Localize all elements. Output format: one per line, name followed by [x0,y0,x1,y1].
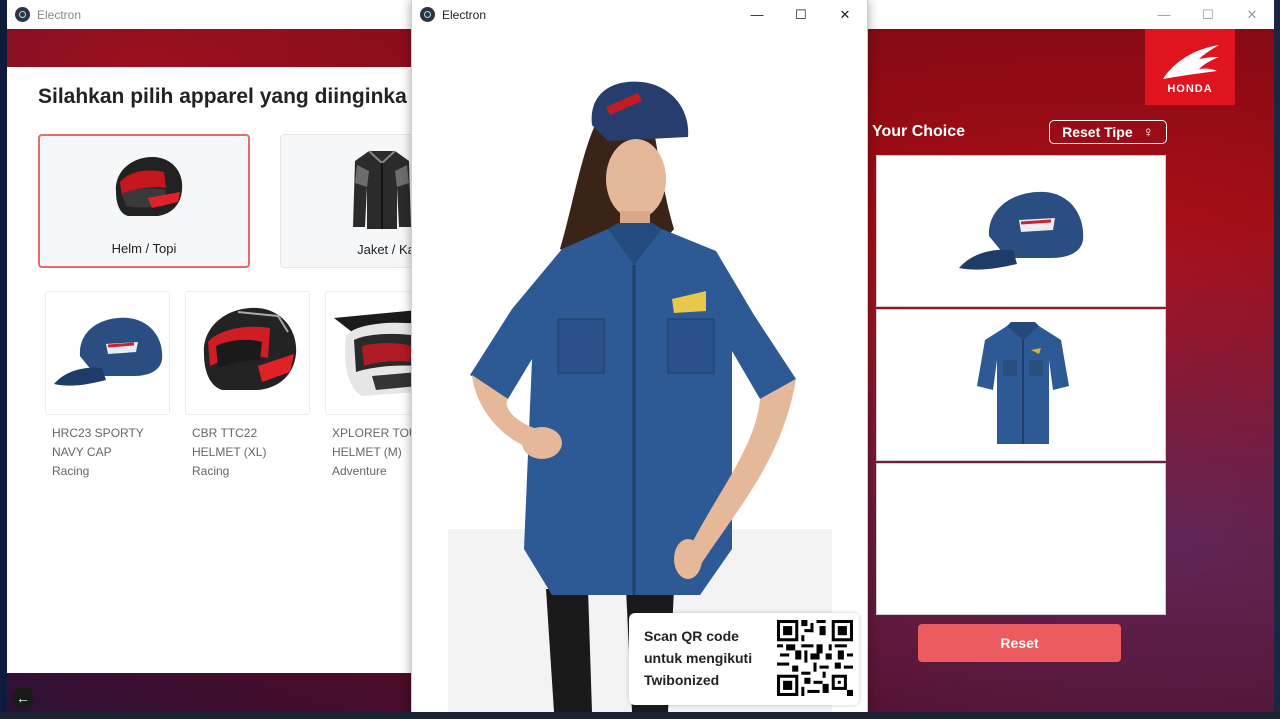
product-info: HRC23 SPORTY NAVY CAP Racing [52,424,182,481]
helmet-icon [203,307,297,390]
qr-line2: untuk mengikuti [644,650,753,666]
qr-promo-card: Scan QR code untuk mengikuti Twibonized [629,613,859,705]
honda-logo: HONDA [1145,29,1235,105]
minimize-button[interactable]: — [735,0,779,29]
product-name-line2: HELMET (M) [332,445,402,459]
desktop-edge [1274,0,1280,712]
honda-wing-icon [1163,45,1219,79]
front-window-controls: — ☐ ✕ [735,0,867,29]
helmet-icon [115,156,183,216]
maximize-button[interactable]: ☐ [1186,0,1230,29]
qr-instructions: Scan QR code untuk mengikuti Twibonized [644,625,752,691]
qr-line1: Scan QR code [644,628,739,644]
shirt-icon [977,322,1069,444]
page-title: Silahkan pilih apparel yang diinginka [38,85,407,108]
brand-wordmark: HONDA [1167,83,1213,95]
product-name-line1: HRC23 SPORTY [52,426,144,440]
electron-app-icon [15,7,30,22]
front-titlebar: Electron — ☐ ✕ [412,0,867,29]
choice-slot-cap[interactable] [876,155,1166,307]
product-card-helmet[interactable] [185,291,310,415]
maximize-button[interactable]: ☐ [779,0,823,29]
choice-slot-empty[interactable] [876,463,1166,615]
close-button[interactable]: ✕ [1230,0,1274,29]
product-card-adventure-helmet[interactable] [325,291,418,415]
product-category: Adventure [332,464,387,478]
jacket-icon [353,150,411,229]
back-arrow-icon[interactable]: ← [12,687,34,709]
product-name-line2: HELMET (XL) [192,445,267,459]
product-category: Racing [52,464,90,478]
front-window-title: Electron [442,7,487,22]
product-info: CBR TTC22 HELMET (XL) Racing [192,424,322,481]
product-category: Racing [192,464,230,478]
model-image [448,81,832,712]
reset-tipe-label: Reset Tipe [1062,124,1133,140]
cap-icon [54,317,163,386]
back-window-title: Electron [37,7,82,22]
close-button[interactable]: ✕ [823,0,867,29]
front-electron-window: Electron — ☐ ✕ Scan QR code untuk mengik… [411,0,868,712]
back-window-controls: — ☐ ✕ [1142,0,1274,29]
choice-slot-shirt[interactable] [876,309,1166,461]
reset-button[interactable]: Reset [918,624,1121,662]
product-card-cap[interactable] [45,291,170,415]
category-card-helm-topi[interactable]: Helm / Topi [38,134,250,268]
cap-icon [959,191,1084,270]
your-choice-title: Your Choice [872,123,966,140]
reset-tipe-button[interactable]: Reset Tipe ♀ [1049,120,1167,144]
qr-line3: Twibonized [644,672,720,688]
product-name-line1: XPLORER TOU [332,426,417,440]
female-icon: ♀ [1142,123,1154,141]
category-label: Helm / Topi [111,241,177,256]
model-preview: Scan QR code untuk mengikuti Twibonized [412,29,867,712]
minimize-button[interactable]: — [1142,0,1186,29]
adventure-helmet-icon [334,310,418,396]
product-name-line1: CBR TTC22 [192,426,258,440]
electron-app-icon [420,7,435,22]
taskbar-strip [0,712,1280,719]
product-name-line2: NAVY CAP [52,445,112,459]
qr-code[interactable] [777,620,853,696]
product-info: XPLORER TOU HELMET (M) Adventure [332,424,417,481]
